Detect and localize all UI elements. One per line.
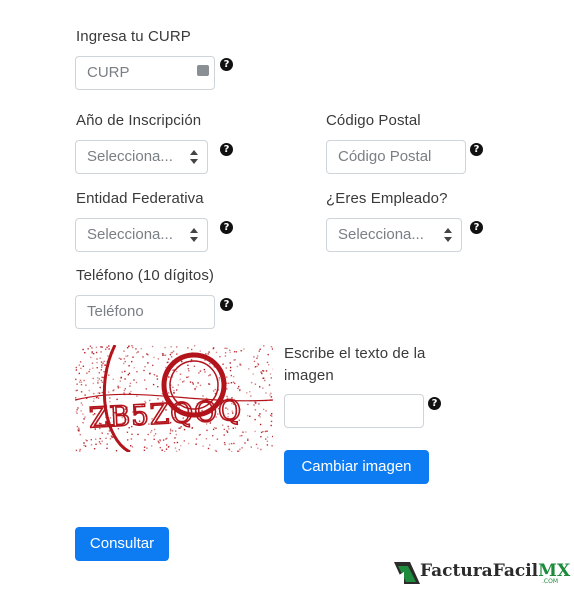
telefono-label: Teléfono (10 dígitos): [76, 267, 215, 284]
keyboard-icon: [197, 65, 209, 76]
select-caret-icon: [190, 150, 198, 164]
curp-input[interactable]: CURP: [75, 56, 215, 90]
cp-input[interactable]: Código Postal: [326, 140, 466, 174]
anio-help-icon[interactable]: ?: [220, 143, 233, 156]
logo-brand: FacturaFacil: [420, 561, 539, 581]
logo-mark-icon: [394, 562, 420, 584]
anio-selected-value: Selecciona...: [87, 148, 173, 165]
curp-help-icon[interactable]: ?: [220, 58, 233, 71]
facturafacil-logo: FacturaFacilMX .COM: [392, 556, 570, 590]
captcha-input[interactable]: [284, 394, 424, 428]
entidad-label: Entidad Federativa: [76, 190, 204, 207]
empleado-select[interactable]: Selecciona...: [326, 218, 462, 252]
consultar-button[interactable]: Consultar: [75, 527, 169, 561]
select-caret-icon: [190, 228, 198, 242]
change-image-button[interactable]: Cambiar imagen: [284, 450, 429, 484]
entidad-select[interactable]: Selecciona...: [75, 218, 208, 252]
logo-tld: .COM: [542, 578, 558, 585]
empleado-help-icon[interactable]: ?: [470, 221, 483, 234]
telefono-input[interactable]: Teléfono: [75, 295, 215, 329]
entidad-help-icon[interactable]: ?: [220, 221, 233, 234]
cp-help-icon[interactable]: ?: [470, 143, 483, 156]
anio-label: Año de Inscripción: [76, 112, 202, 129]
telefono-help-icon[interactable]: ?: [220, 298, 233, 311]
captcha-label: Escribe el texto de la imagen: [284, 345, 426, 384]
captcha-text: ZB5ZQOQ: [88, 394, 243, 435]
entidad-selected-value: Selecciona...: [87, 226, 173, 243]
captcha-image: ZB5ZQOQ: [75, 345, 273, 452]
captcha-help-icon[interactable]: ?: [428, 397, 441, 410]
empleado-label: ¿Eres Empleado?: [326, 190, 448, 207]
anio-select[interactable]: Selecciona...: [75, 140, 208, 174]
cp-label: Código Postal: [326, 112, 421, 129]
empleado-selected-value: Selecciona...: [338, 226, 424, 243]
select-caret-icon: [444, 228, 452, 242]
curp-label: Ingresa tu CURP: [76, 28, 191, 45]
